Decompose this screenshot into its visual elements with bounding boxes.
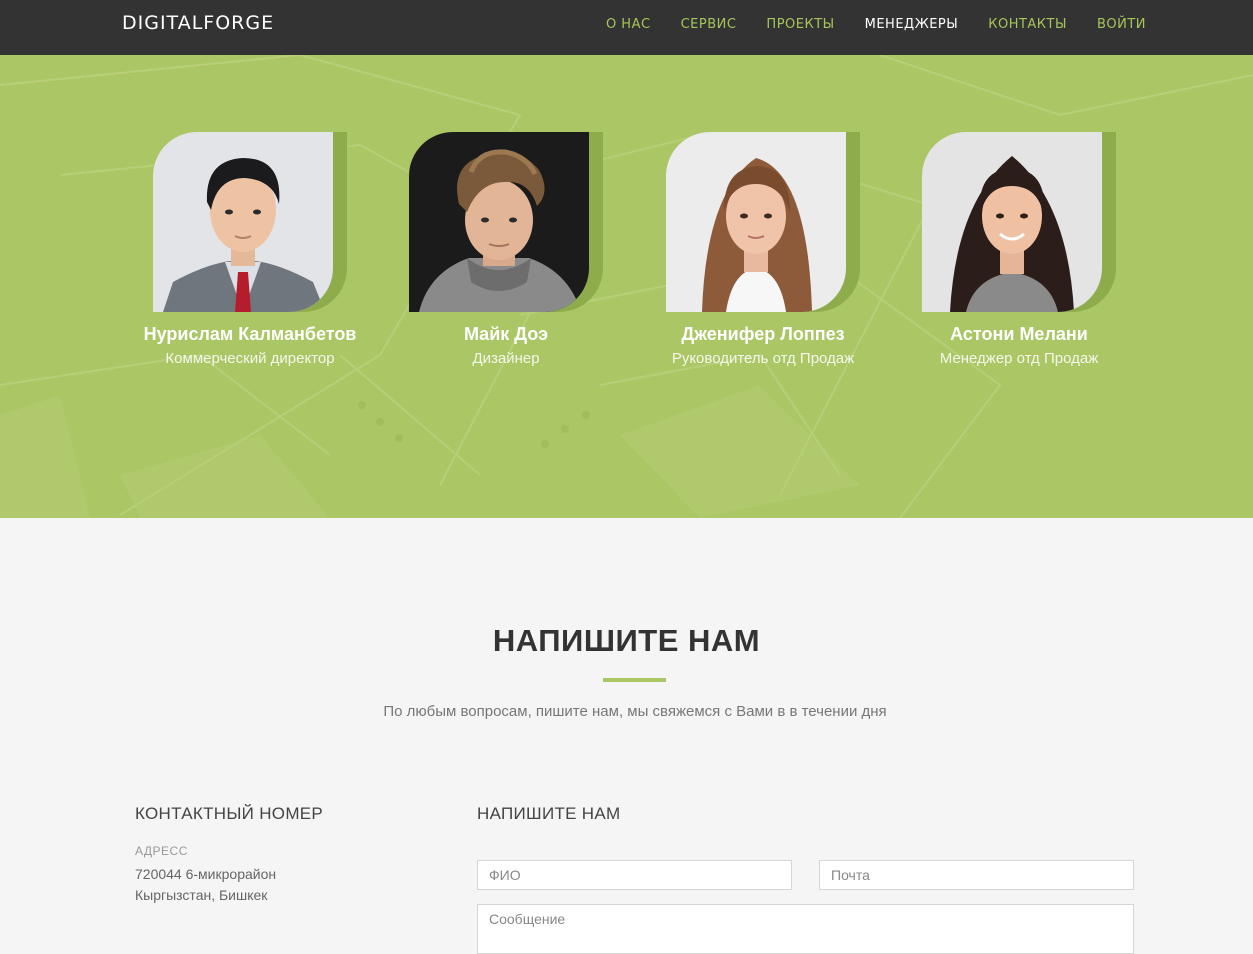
- team-member-card: Дженифер Лоппез Руководитель отд Продаж: [643, 132, 883, 367]
- member-photo-frame: [153, 132, 347, 312]
- message-textarea[interactable]: [477, 904, 1134, 954]
- brand-logo[interactable]: DIGITALFORGE: [122, 12, 274, 34]
- contact-form-heading: НАПИШИТЕ НАМ: [477, 804, 621, 823]
- contact-section-title: НАПИШИТЕ НАМ: [492, 623, 761, 658]
- email-input[interactable]: [819, 860, 1134, 890]
- contact-section-subtitle: По любым вопросам, пишите нам, мы свяжем…: [383, 703, 887, 720]
- nav-item-managers[interactable]: МЕНЕДЖЕРЫ: [865, 17, 959, 32]
- nav-item-contacts[interactable]: КОНТАКТЫ: [988, 17, 1067, 32]
- member-photo: [666, 132, 846, 312]
- nav-item-about[interactable]: О НАС: [606, 17, 651, 32]
- nav-item-service[interactable]: СЕРВИС: [681, 17, 737, 32]
- nav-item-login[interactable]: ВОЙТИ: [1097, 17, 1146, 32]
- member-name: Майк Доэ: [463, 324, 549, 344]
- member-name: Астони Мелани: [950, 324, 1088, 344]
- team-member-card: Майк Доэ Дизайнер: [386, 132, 626, 367]
- member-role: Менеджер отд Продаж: [939, 350, 1099, 367]
- member-name: Дженифер Лоппез: [681, 324, 845, 344]
- member-photo-frame: [409, 132, 603, 312]
- title-underline-divider: [603, 678, 666, 682]
- name-input[interactable]: [477, 860, 792, 890]
- member-photo: [153, 132, 333, 312]
- member-photo-frame: [922, 132, 1116, 312]
- address-label: АДРЕСС: [135, 844, 188, 858]
- team-member-card: Астони Мелани Менеджер отд Продаж: [899, 132, 1139, 367]
- member-photo: [409, 132, 589, 312]
- member-role: Дизайнер: [472, 350, 540, 367]
- nav-item-projects[interactable]: ПРОЕКТЫ: [766, 17, 834, 32]
- member-photo: [922, 132, 1102, 312]
- nav-menu: О НАС СЕРВИС ПРОЕКТЫ МЕНЕДЖЕРЫ КОНТАКТЫ …: [606, 17, 1146, 32]
- team-member-card: Нурислам Калманбетов Коммерческий директ…: [130, 132, 370, 367]
- member-role: Коммерческий директор: [165, 350, 335, 367]
- address-line-1: 720044 6-микрорайон: [135, 866, 277, 882]
- member-photo-frame: [666, 132, 860, 312]
- contact-phone-heading: КОНТАКТНЫЙ НОМЕР: [135, 804, 324, 823]
- member-name: Нурислам Калманбетов: [143, 324, 357, 344]
- member-role: Руководитель отд Продаж: [671, 350, 855, 367]
- top-navbar: DIGITALFORGE О НАС СЕРВИС ПРОЕКТЫ МЕНЕДЖ…: [0, 0, 1253, 55]
- team-section: Нурислам Калманбетов Коммерческий директ…: [0, 55, 1253, 518]
- address-line-2: Кыргызстан, Бишкек: [135, 887, 268, 903]
